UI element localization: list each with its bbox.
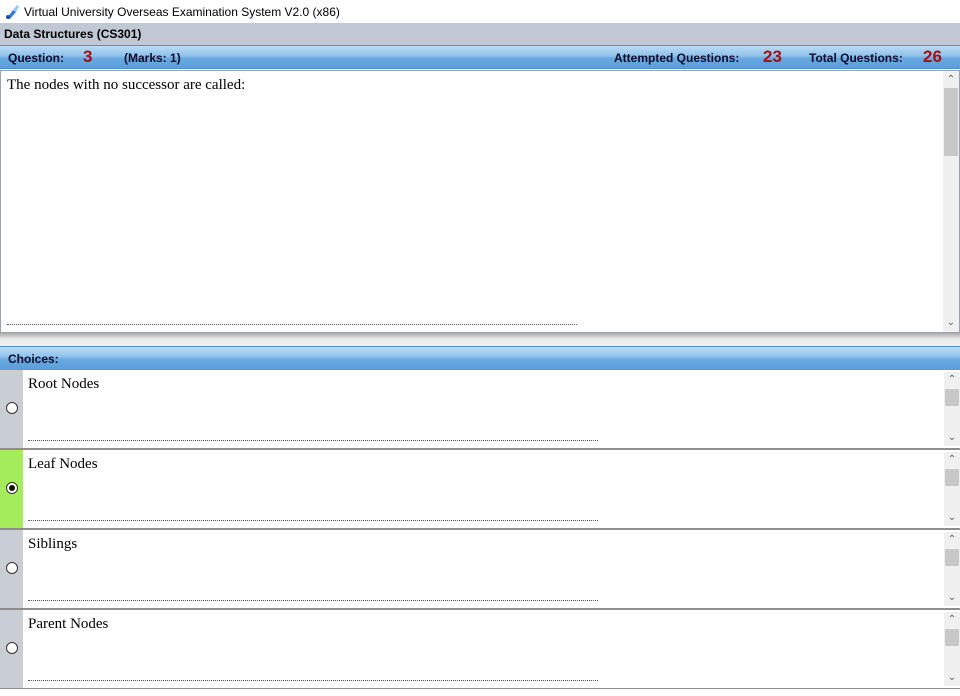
choice-underline xyxy=(28,600,598,601)
app-icon xyxy=(6,4,19,19)
choices-header: Choices: xyxy=(8,352,59,366)
arrow-up-icon[interactable]: ⌃ xyxy=(944,373,960,387)
arrow-up-icon[interactable]: ⌃ xyxy=(944,453,960,467)
attempted-label: Attempted Questions: xyxy=(614,51,740,65)
radio-button[interactable] xyxy=(6,482,18,494)
choice-underline xyxy=(28,440,598,441)
arrow-down-icon[interactable]: ⌄ xyxy=(944,671,960,685)
choice-marker[interactable] xyxy=(0,450,23,528)
course-header: Data Structures (CS301) xyxy=(0,23,960,45)
scroll-thumb[interactable] xyxy=(944,88,958,156)
choice-marker[interactable] xyxy=(0,530,23,608)
choice-scrollbar[interactable]: ⌃ ⌄ xyxy=(944,612,960,686)
arrow-up-icon[interactable]: ⌃ xyxy=(944,613,960,627)
choice-scrollbar[interactable]: ⌃ ⌄ xyxy=(944,452,960,526)
arrow-up-icon[interactable]: ⌃ xyxy=(944,533,960,547)
choice-marker[interactable] xyxy=(0,610,23,688)
choice-option[interactable]: Root Nodes ⌃ ⌄ xyxy=(0,369,960,449)
question-number: 3 xyxy=(83,47,93,66)
scroll-thumb[interactable] xyxy=(945,549,959,566)
course-title: Data Structures (CS301) xyxy=(4,27,142,41)
scroll-thumb[interactable] xyxy=(945,629,959,646)
scroll-thumb[interactable] xyxy=(945,469,959,486)
choice-marker[interactable] xyxy=(0,370,23,448)
scroll-thumb[interactable] xyxy=(945,389,959,406)
window-title: Virtual University Overseas Examination … xyxy=(24,4,340,19)
choice-underline xyxy=(28,680,598,681)
choice-underline xyxy=(28,520,598,521)
question-text: The nodes with no successor are called: xyxy=(7,77,246,93)
question-label: Question: xyxy=(8,51,64,65)
attempted-count: 23 xyxy=(763,47,782,66)
choice-label: Siblings xyxy=(28,536,78,552)
radio-button[interactable] xyxy=(6,402,18,414)
choice-option[interactable]: Siblings ⌃ ⌄ xyxy=(0,529,960,609)
arrow-down-icon[interactable]: ⌄ xyxy=(944,591,960,605)
panel-splitter[interactable] xyxy=(0,333,960,347)
choice-scrollbar[interactable]: ⌃ ⌄ xyxy=(944,372,960,446)
arrow-up-icon[interactable]: ⌃ xyxy=(943,73,959,87)
radio-selected-dot xyxy=(9,485,15,491)
arrow-down-icon[interactable]: ⌄ xyxy=(943,316,959,330)
marks-label: (Marks: 1) xyxy=(124,51,181,65)
choice-label: Parent Nodes xyxy=(28,616,109,632)
question-panel[interactable]: The nodes with no successor are called: … xyxy=(0,70,960,333)
choices-header-bar: Choices: xyxy=(0,346,960,370)
window-title-bar: Virtual University Overseas Examination … xyxy=(0,0,960,23)
choice-label: Root Nodes xyxy=(28,376,100,392)
question-underline xyxy=(7,324,577,325)
question-scrollbar[interactable]: ⌃ ⌄ xyxy=(943,71,959,332)
total-label: Total Questions: xyxy=(809,51,903,65)
total-count: 26 xyxy=(923,47,942,66)
question-info-bar: Question: 3 (Marks: 1) Attempted Questio… xyxy=(0,45,960,69)
radio-button[interactable] xyxy=(6,562,18,574)
choice-option[interactable]: Leaf Nodes ⌃ ⌄ xyxy=(0,449,960,529)
radio-button[interactable] xyxy=(6,642,18,654)
arrow-down-icon[interactable]: ⌄ xyxy=(944,431,960,445)
arrow-down-icon[interactable]: ⌄ xyxy=(944,511,960,525)
choice-scrollbar[interactable]: ⌃ ⌄ xyxy=(944,532,960,606)
choice-label: Leaf Nodes xyxy=(28,456,98,472)
choice-option[interactable]: Parent Nodes ⌃ ⌄ xyxy=(0,609,960,689)
